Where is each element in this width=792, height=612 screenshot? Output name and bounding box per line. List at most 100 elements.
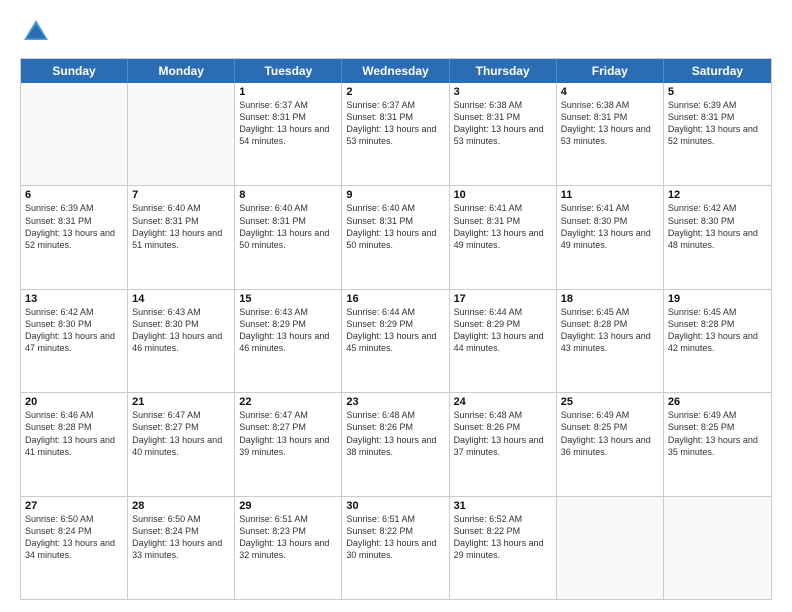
day-info-24: Sunrise: 6:48 AM Sunset: 8:26 PM Dayligh… (454, 409, 552, 458)
day-cell-7: 7Sunrise: 6:40 AM Sunset: 8:31 PM Daylig… (128, 186, 235, 288)
day-cell-12: 12Sunrise: 6:42 AM Sunset: 8:30 PM Dayli… (664, 186, 771, 288)
day-cell-19: 19Sunrise: 6:45 AM Sunset: 8:28 PM Dayli… (664, 290, 771, 392)
day-cell-21: 21Sunrise: 6:47 AM Sunset: 8:27 PM Dayli… (128, 393, 235, 495)
day-number-17: 17 (454, 293, 552, 305)
day-cell-5: 5Sunrise: 6:39 AM Sunset: 8:31 PM Daylig… (664, 83, 771, 185)
day-cell-2: 2Sunrise: 6:37 AM Sunset: 8:31 PM Daylig… (342, 83, 449, 185)
day-number-7: 7 (132, 189, 230, 201)
day-info-31: Sunrise: 6:52 AM Sunset: 8:22 PM Dayligh… (454, 513, 552, 562)
day-info-15: Sunrise: 6:43 AM Sunset: 8:29 PM Dayligh… (239, 306, 337, 355)
day-number-15: 15 (239, 293, 337, 305)
day-number-28: 28 (132, 500, 230, 512)
week-row-3: 13Sunrise: 6:42 AM Sunset: 8:30 PM Dayli… (21, 290, 771, 393)
day-info-23: Sunrise: 6:48 AM Sunset: 8:26 PM Dayligh… (346, 409, 444, 458)
header-saturday: Saturday (664, 59, 771, 83)
day-info-12: Sunrise: 6:42 AM Sunset: 8:30 PM Dayligh… (668, 202, 767, 251)
week-row-2: 6Sunrise: 6:39 AM Sunset: 8:31 PM Daylig… (21, 186, 771, 289)
day-info-28: Sunrise: 6:50 AM Sunset: 8:24 PM Dayligh… (132, 513, 230, 562)
day-number-24: 24 (454, 396, 552, 408)
day-info-8: Sunrise: 6:40 AM Sunset: 8:31 PM Dayligh… (239, 202, 337, 251)
day-number-9: 9 (346, 189, 444, 201)
day-cell-16: 16Sunrise: 6:44 AM Sunset: 8:29 PM Dayli… (342, 290, 449, 392)
header-sunday: Sunday (21, 59, 128, 83)
day-number-18: 18 (561, 293, 659, 305)
day-info-4: Sunrise: 6:38 AM Sunset: 8:31 PM Dayligh… (561, 99, 659, 148)
day-info-2: Sunrise: 6:37 AM Sunset: 8:31 PM Dayligh… (346, 99, 444, 148)
header-monday: Monday (128, 59, 235, 83)
day-cell-11: 11Sunrise: 6:41 AM Sunset: 8:30 PM Dayli… (557, 186, 664, 288)
day-number-26: 26 (668, 396, 767, 408)
day-cell-10: 10Sunrise: 6:41 AM Sunset: 8:31 PM Dayli… (450, 186, 557, 288)
logo-icon (20, 16, 52, 48)
day-number-31: 31 (454, 500, 552, 512)
logo (20, 16, 56, 48)
day-number-21: 21 (132, 396, 230, 408)
day-info-17: Sunrise: 6:44 AM Sunset: 8:29 PM Dayligh… (454, 306, 552, 355)
day-info-11: Sunrise: 6:41 AM Sunset: 8:30 PM Dayligh… (561, 202, 659, 251)
day-number-6: 6 (25, 189, 123, 201)
day-number-8: 8 (239, 189, 337, 201)
day-cell-17: 17Sunrise: 6:44 AM Sunset: 8:29 PM Dayli… (450, 290, 557, 392)
day-cell-22: 22Sunrise: 6:47 AM Sunset: 8:27 PM Dayli… (235, 393, 342, 495)
day-number-22: 22 (239, 396, 337, 408)
header-thursday: Thursday (450, 59, 557, 83)
day-info-25: Sunrise: 6:49 AM Sunset: 8:25 PM Dayligh… (561, 409, 659, 458)
day-cell-27: 27Sunrise: 6:50 AM Sunset: 8:24 PM Dayli… (21, 497, 128, 599)
day-info-16: Sunrise: 6:44 AM Sunset: 8:29 PM Dayligh… (346, 306, 444, 355)
week-row-5: 27Sunrise: 6:50 AM Sunset: 8:24 PM Dayli… (21, 497, 771, 599)
day-info-13: Sunrise: 6:42 AM Sunset: 8:30 PM Dayligh… (25, 306, 123, 355)
day-info-5: Sunrise: 6:39 AM Sunset: 8:31 PM Dayligh… (668, 99, 767, 148)
day-info-22: Sunrise: 6:47 AM Sunset: 8:27 PM Dayligh… (239, 409, 337, 458)
day-cell-6: 6Sunrise: 6:39 AM Sunset: 8:31 PM Daylig… (21, 186, 128, 288)
day-number-23: 23 (346, 396, 444, 408)
day-number-25: 25 (561, 396, 659, 408)
day-number-5: 5 (668, 86, 767, 98)
day-number-11: 11 (561, 189, 659, 201)
day-number-3: 3 (454, 86, 552, 98)
day-cell-29: 29Sunrise: 6:51 AM Sunset: 8:23 PM Dayli… (235, 497, 342, 599)
day-info-1: Sunrise: 6:37 AM Sunset: 8:31 PM Dayligh… (239, 99, 337, 148)
header-wednesday: Wednesday (342, 59, 449, 83)
day-number-19: 19 (668, 293, 767, 305)
day-number-27: 27 (25, 500, 123, 512)
day-cell-26: 26Sunrise: 6:49 AM Sunset: 8:25 PM Dayli… (664, 393, 771, 495)
day-cell-31: 31Sunrise: 6:52 AM Sunset: 8:22 PM Dayli… (450, 497, 557, 599)
day-number-4: 4 (561, 86, 659, 98)
day-number-29: 29 (239, 500, 337, 512)
day-number-12: 12 (668, 189, 767, 201)
day-info-10: Sunrise: 6:41 AM Sunset: 8:31 PM Dayligh… (454, 202, 552, 251)
day-number-1: 1 (239, 86, 337, 98)
day-cell-8: 8Sunrise: 6:40 AM Sunset: 8:31 PM Daylig… (235, 186, 342, 288)
empty-cell-4-6 (664, 497, 771, 599)
header-friday: Friday (557, 59, 664, 83)
empty-cell-4-5 (557, 497, 664, 599)
day-number-13: 13 (25, 293, 123, 305)
calendar-body: 1Sunrise: 6:37 AM Sunset: 8:31 PM Daylig… (21, 83, 771, 599)
day-info-18: Sunrise: 6:45 AM Sunset: 8:28 PM Dayligh… (561, 306, 659, 355)
day-info-9: Sunrise: 6:40 AM Sunset: 8:31 PM Dayligh… (346, 202, 444, 251)
day-number-2: 2 (346, 86, 444, 98)
day-cell-13: 13Sunrise: 6:42 AM Sunset: 8:30 PM Dayli… (21, 290, 128, 392)
day-info-29: Sunrise: 6:51 AM Sunset: 8:23 PM Dayligh… (239, 513, 337, 562)
day-info-27: Sunrise: 6:50 AM Sunset: 8:24 PM Dayligh… (25, 513, 123, 562)
day-cell-20: 20Sunrise: 6:46 AM Sunset: 8:28 PM Dayli… (21, 393, 128, 495)
day-cell-23: 23Sunrise: 6:48 AM Sunset: 8:26 PM Dayli… (342, 393, 449, 495)
calendar: Sunday Monday Tuesday Wednesday Thursday… (20, 58, 772, 600)
page: Sunday Monday Tuesday Wednesday Thursday… (0, 0, 792, 612)
empty-cell-0-1 (128, 83, 235, 185)
day-number-20: 20 (25, 396, 123, 408)
day-cell-4: 4Sunrise: 6:38 AM Sunset: 8:31 PM Daylig… (557, 83, 664, 185)
calendar-header: Sunday Monday Tuesday Wednesday Thursday… (21, 59, 771, 83)
day-cell-18: 18Sunrise: 6:45 AM Sunset: 8:28 PM Dayli… (557, 290, 664, 392)
day-info-21: Sunrise: 6:47 AM Sunset: 8:27 PM Dayligh… (132, 409, 230, 458)
header-tuesday: Tuesday (235, 59, 342, 83)
day-info-6: Sunrise: 6:39 AM Sunset: 8:31 PM Dayligh… (25, 202, 123, 251)
day-cell-15: 15Sunrise: 6:43 AM Sunset: 8:29 PM Dayli… (235, 290, 342, 392)
day-number-16: 16 (346, 293, 444, 305)
header (20, 16, 772, 48)
day-cell-1: 1Sunrise: 6:37 AM Sunset: 8:31 PM Daylig… (235, 83, 342, 185)
day-info-20: Sunrise: 6:46 AM Sunset: 8:28 PM Dayligh… (25, 409, 123, 458)
day-info-19: Sunrise: 6:45 AM Sunset: 8:28 PM Dayligh… (668, 306, 767, 355)
day-number-14: 14 (132, 293, 230, 305)
day-cell-25: 25Sunrise: 6:49 AM Sunset: 8:25 PM Dayli… (557, 393, 664, 495)
